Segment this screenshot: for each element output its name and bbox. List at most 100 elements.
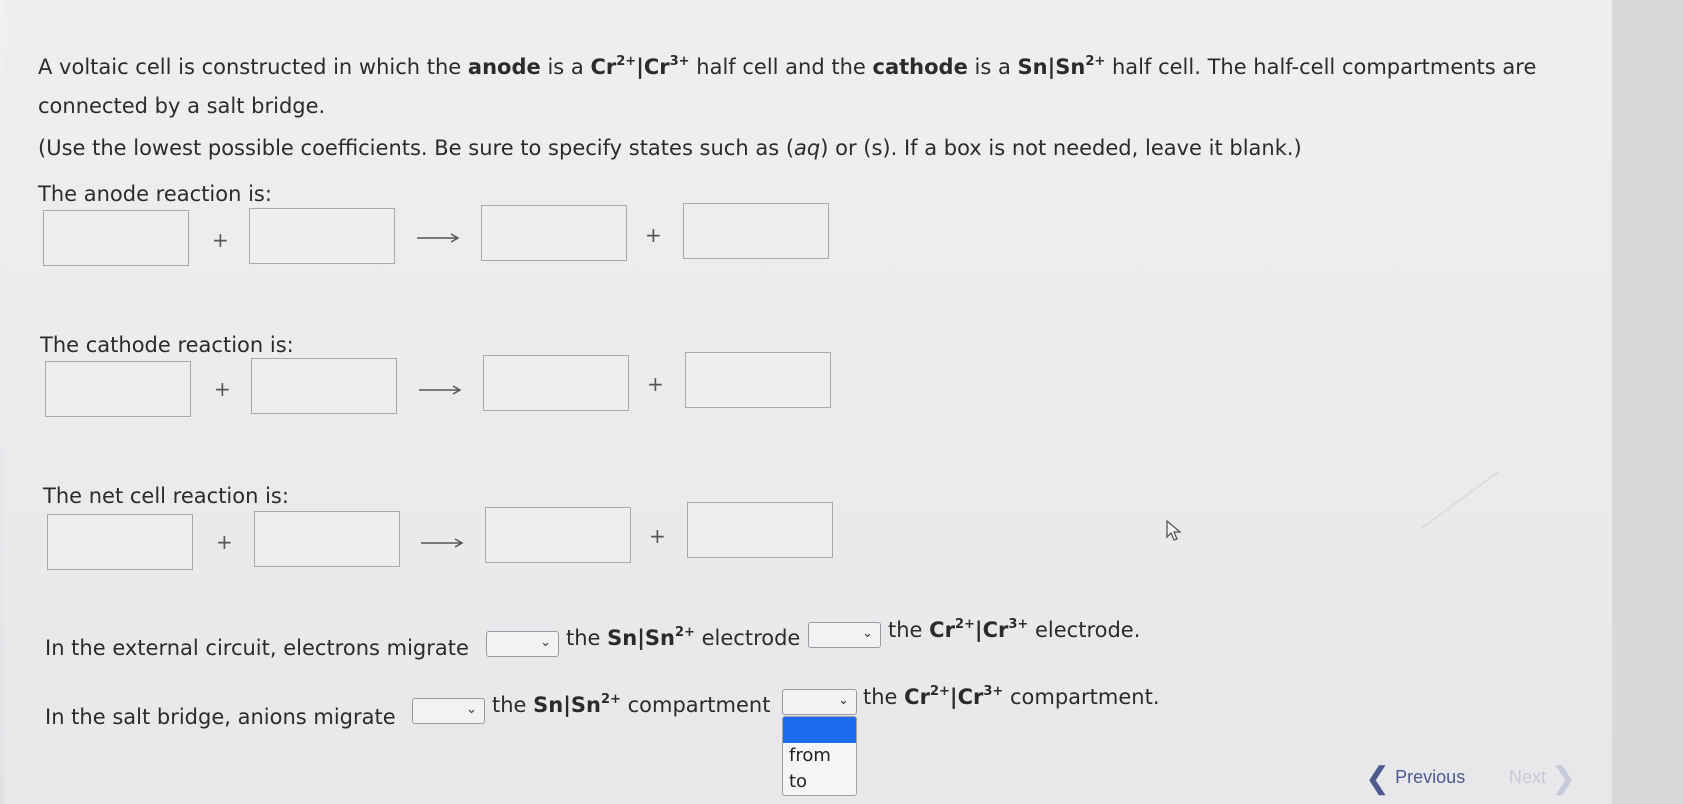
anions-direction-select-1[interactable]: ⌄ [412, 698, 485, 724]
cathode-product-1-input[interactable] [483, 355, 629, 411]
species-text: Cr [929, 618, 955, 642]
charge-text: 2+ [1085, 54, 1106, 69]
salt-bridge-text-3: the Cr2+|Cr3+ compartment. [863, 685, 1160, 709]
bar-text: | [949, 685, 958, 709]
arrow-right-icon [421, 538, 465, 548]
the-text: the [566, 626, 601, 650]
electrons-direction-select-1[interactable]: ⌄ [486, 631, 559, 657]
species-text: Sn [533, 693, 564, 717]
plus-sign: + [216, 530, 233, 554]
species-text: Cr [590, 55, 617, 79]
the-text: the [888, 618, 923, 642]
previous-button[interactable]: ❮ Previous [1365, 761, 1465, 796]
anions-direction-select-2[interactable]: ⌄ [782, 689, 857, 715]
species-text: Sn [607, 626, 638, 650]
cathode-word: cathode [872, 55, 968, 79]
cathode-reactant-1-input[interactable] [45, 361, 191, 417]
species-text: Cr [982, 618, 1009, 642]
chevron-down-icon: ⌄ [540, 635, 551, 650]
intro-text: A voltaic cell is constructed in which t… [38, 55, 462, 79]
intro-text: is a [547, 55, 584, 79]
intro-text: half cell and the [696, 55, 866, 79]
s-text: s [871, 136, 883, 160]
external-circuit-text: In the external circuit, electrons migra… [45, 636, 469, 660]
species-text: Sn [570, 693, 601, 717]
dropdown-option-from[interactable]: from [783, 743, 856, 769]
salt-bridge-text: In the salt bridge, anions migrate [45, 705, 396, 729]
charge-text: 3+ [669, 54, 690, 69]
bar-text: | [637, 626, 645, 650]
net-reactant-1-input[interactable] [47, 514, 193, 570]
external-circuit-text-3: the Cr2+|Cr3+ electrode. [888, 618, 1140, 642]
direction-dropdown-list[interactable]: from to [782, 716, 857, 796]
charge-text: 2+ [954, 617, 975, 632]
chevron-down-icon: ⌄ [862, 626, 873, 641]
electrode-text: electrode. [1034, 618, 1141, 642]
net-product-2-input[interactable] [687, 502, 833, 558]
chevron-right-icon: ❯ [1551, 762, 1577, 795]
instructions-text: ) or ( [820, 136, 872, 160]
charge-text: 3+ [1008, 617, 1029, 632]
anode-reactant-1-input[interactable] [43, 210, 189, 266]
bar-text: | [974, 618, 983, 642]
species-text: Cr [904, 685, 930, 709]
charge-text: 2+ [929, 684, 950, 699]
anode-product-1-input[interactable] [481, 205, 627, 261]
arrow-right-icon [417, 233, 461, 243]
question-intro-line2: connected by a salt bridge. [38, 94, 326, 118]
mouse-cursor-icon [1165, 519, 1183, 547]
plus-sign: + [649, 524, 666, 548]
plus-sign: + [214, 377, 231, 401]
the-text: the [492, 693, 527, 717]
instructions-text: ). If a box is not needed, leave it blan… [882, 136, 1302, 160]
anode-word: anode [467, 55, 541, 79]
net-reaction-label: The net cell reaction is: [43, 484, 289, 508]
screen-edge [1612, 0, 1683, 804]
faint-mark [1420, 470, 1500, 534]
anode-product-2-input[interactable] [683, 203, 829, 259]
plus-sign: + [647, 372, 664, 396]
species-text: Sn [1055, 55, 1086, 79]
chevron-down-icon: ⌄ [838, 693, 849, 708]
intro-text: half cell. The half-cell compartments ar… [1112, 55, 1537, 79]
aq-text: aq [794, 136, 821, 160]
anode-reactant-2-input[interactable] [249, 208, 395, 264]
next-label: Next [1509, 767, 1547, 787]
species-text: Sn [1017, 55, 1048, 79]
the-text: the [863, 685, 898, 709]
plus-sign: + [645, 223, 662, 247]
intro-text: is a [974, 55, 1011, 79]
charge-text: 2+ [674, 625, 695, 640]
dropdown-highlighted-option[interactable] [783, 717, 856, 743]
charge-text: 2+ [616, 54, 637, 69]
external-circuit-text-2: the Sn|Sn2+ electrode [566, 626, 800, 650]
charge-text: 3+ [983, 684, 1004, 699]
question-intro: A voltaic cell is constructed in which t… [38, 55, 1536, 79]
next-button[interactable]: Next ❯ [1509, 761, 1576, 796]
species-text: Cr [643, 55, 670, 79]
arrow-right-icon [419, 385, 463, 395]
instructions-text: (Use the lowest possible coefficients. B… [38, 136, 795, 160]
chevron-down-icon: ⌄ [466, 702, 477, 717]
net-product-1-input[interactable] [485, 507, 631, 563]
previous-label: Previous [1395, 767, 1466, 787]
species-text: Cr [957, 685, 984, 709]
cathode-reactant-2-input[interactable] [251, 358, 397, 414]
species-text: Sn [644, 626, 675, 650]
plus-sign: + [212, 228, 229, 252]
charge-text: 2+ [600, 692, 621, 707]
cathode-product-2-input[interactable] [685, 352, 831, 408]
electrons-direction-select-2[interactable]: ⌄ [808, 622, 881, 648]
compartment-text: compartment. [1009, 685, 1160, 709]
salt-bridge-text-2: the Sn|Sn2+ compartment [492, 693, 770, 717]
chevron-left-icon: ❮ [1365, 762, 1391, 795]
compartment-text: compartment [627, 693, 771, 717]
bar-text: | [563, 693, 571, 717]
instructions: (Use the lowest possible coefficients. B… [38, 136, 1302, 160]
cathode-reaction-label: The cathode reaction is: [40, 333, 294, 357]
electrode-text: electrode [701, 626, 801, 650]
dropdown-option-to[interactable]: to [783, 769, 856, 795]
anode-reaction-label: The anode reaction is: [38, 182, 272, 206]
net-reactant-2-input[interactable] [254, 511, 400, 567]
bar-text: | [636, 55, 644, 79]
